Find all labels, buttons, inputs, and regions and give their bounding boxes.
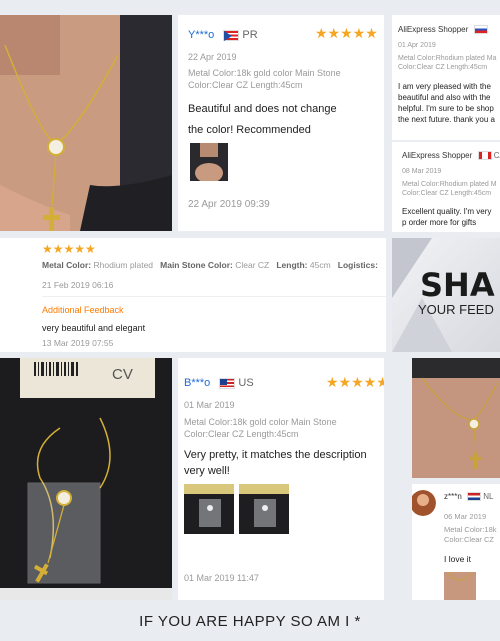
review-card-3: B***o US ★★★★★ 01 Mar 2019 Metal Color:1… [178, 358, 384, 600]
additional-feedback-text: very beautiful and elegant [42, 323, 146, 333]
reviewer-country: NL [483, 492, 494, 501]
reviewer-country: US [238, 377, 254, 389]
flag-nl-icon [467, 492, 482, 502]
review-header: B***o US [184, 377, 254, 389]
banner-subtitle: YOUR FEED [418, 302, 494, 317]
divider [42, 296, 386, 297]
product-specs: Metal Color:18k gold color Main Stone Co… [184, 417, 337, 439]
flag-pr-icon [223, 29, 240, 41]
flag-us-icon [219, 377, 236, 389]
review-card-1: Y***o PR ★★★★★ 22 Apr 2019 Metal Color:1… [178, 15, 384, 231]
reviewer-name: z***n NL [444, 492, 494, 502]
review-thumbnail[interactable] [444, 572, 476, 600]
review-date: 21 Feb 2019 06:16 [42, 280, 114, 290]
rating-stars: ★★★★★ [42, 242, 96, 256]
product-specs: Metal Color:18k gold color Main Stone Co… [188, 68, 341, 90]
rating-stars: ★★★★★ [315, 26, 378, 42]
review-text: Beautiful and does not change the color!… [188, 103, 337, 136]
review-date: 01 Apr 2019 [398, 42, 436, 49]
necklace-photo-2 [412, 358, 500, 478]
additional-feedback-date: 13 Mar 2019 07:55 [42, 338, 114, 348]
review-timestamp: 01 Mar 2019 11:47 [184, 573, 259, 583]
review-header: Y***o PR [188, 29, 258, 41]
review-card-right-3: z***n NL 06 Mar 2019 Metal Color:18k Col… [412, 484, 500, 600]
review-date: 22 Apr 2019 [188, 52, 237, 62]
reviewer-name: AliExpress Shopper CA [402, 151, 500, 161]
flag-ca-icon [477, 151, 492, 161]
review-timestamp: 22 Apr 2019 09:39 [188, 199, 270, 210]
review-card-right-2: AliExpress Shopper CA 08 Mar 2019 Metal … [392, 142, 500, 232]
footer-slogan: IF YOU ARE HAPPY SO AM I * [139, 613, 361, 630]
review-date: 08 Mar 2019 [402, 168, 442, 175]
reviewer-name[interactable]: Y***o [188, 29, 214, 41]
package-label-text: CV [112, 366, 133, 383]
reviewer-avatar[interactable] [412, 490, 436, 516]
banner-title: SHA [420, 266, 495, 304]
reviewer-country: PR [242, 29, 258, 41]
review-thumbnail-2[interactable] [239, 484, 289, 534]
product-specs-row: Metal Color: Rhodium plated Main Stone C… [42, 260, 378, 270]
review-card-2: ★★★★★ Metal Color: Rhodium plated Main S… [0, 238, 386, 352]
review-thumbnail[interactable] [190, 143, 228, 181]
review-text: I love it [444, 554, 471, 564]
review-text: I am very pleased with the beautiful and… [398, 82, 495, 124]
review-date: 01 Mar 2019 [184, 400, 235, 410]
review-card-right-1: AliExpress Shopper 01 Apr 2019 Metal Col… [392, 15, 500, 140]
reviewer-country: CA [493, 151, 500, 160]
review-thumbnail-1[interactable] [184, 484, 234, 534]
review-text: Very pretty, it matches the description … [184, 449, 367, 477]
reviewer-name: AliExpress Shopper [398, 25, 488, 35]
necklace-photo-1 [0, 15, 172, 231]
additional-feedback-label: Additional Feedback [42, 305, 124, 315]
product-specs: Metal Color:18k Color:Clear CZ [444, 525, 497, 544]
review-text: Excellent quality. I'm very p order more… [402, 207, 492, 227]
product-specs: Metal Color:Rhodium plated M Color:Clear… [402, 181, 497, 197]
package-photo: CV [0, 358, 172, 600]
rating-stars: ★★★★★ [326, 375, 384, 391]
flag-ru-icon [473, 25, 488, 35]
reviewer-name[interactable]: B***o [184, 377, 210, 389]
product-specs: Metal Color:Rhodium plated Ma Color:Clea… [398, 55, 497, 71]
review-date: 06 Mar 2019 [444, 512, 487, 521]
share-feedback-banner[interactable]: SHA YOUR FEED [392, 238, 500, 352]
